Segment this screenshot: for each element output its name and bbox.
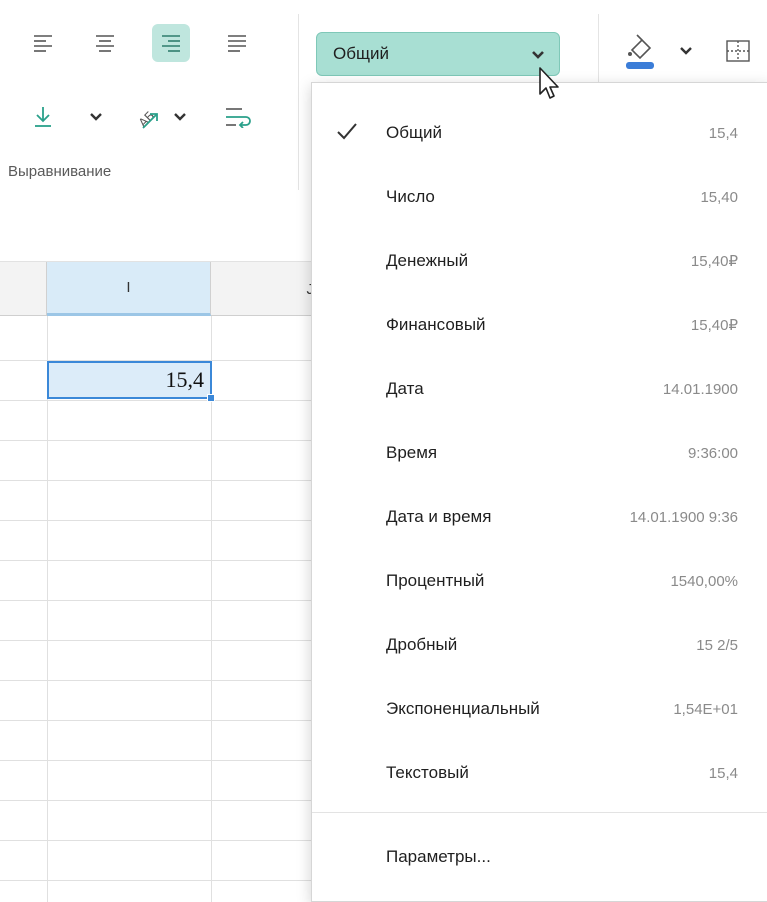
menu-item-label: Общий — [386, 123, 442, 142]
chevron-down-icon — [680, 47, 692, 55]
menu-item-label: Финансовый — [386, 315, 486, 334]
toolbar-separator — [298, 14, 299, 190]
align-center-icon — [96, 35, 114, 52]
menu-item-text[interactable]: Текстовый 15,4 — [312, 741, 767, 805]
menu-item-label: Время — [386, 443, 438, 462]
menu-item-fraction[interactable]: Дробный 15 2/5 — [312, 613, 767, 677]
column-header-j[interactable]: J — [211, 262, 321, 316]
number-format-select[interactable]: Общий — [316, 32, 560, 76]
spreadsheet-window: АБ Выравнивание Общий I 15,4 Общий 15,4 … — [0, 0, 767, 902]
menu-item-sample: 15,4 — [708, 764, 738, 782]
align-center-button[interactable] — [88, 26, 122, 60]
menu-item-sample: 14.01.1900 — [662, 380, 738, 398]
menu-item-general[interactable]: Общий 15,4 — [312, 101, 767, 165]
number-format-value: Общий — [333, 44, 389, 63]
row-header-corner — [0, 262, 47, 316]
alignment-group-label: Выравнивание — [8, 163, 112, 180]
menu-item-parameters[interactable]: Параметры... — [312, 825, 767, 889]
menu-item-label: Параметры... — [386, 847, 491, 866]
vertical-align-dropdown[interactable] — [86, 106, 106, 128]
chevron-down-icon — [90, 113, 102, 121]
checkmark-icon — [336, 121, 358, 146]
menu-item-sample: 1,54E+01 — [673, 700, 738, 718]
menu-item-time[interactable]: Время 9:36:00 — [312, 421, 767, 485]
menu-item-sample: 9:36:00 — [687, 444, 738, 462]
menu-item-date[interactable]: Дата 14.01.1900 — [312, 357, 767, 421]
menu-item-sample: 15,40₽ — [690, 317, 738, 334]
align-justify-button[interactable] — [220, 26, 254, 60]
svg-text:АБ: АБ — [136, 108, 158, 130]
chevron-down-icon — [174, 113, 186, 121]
menu-item-label: Текстовый — [386, 763, 469, 782]
align-right-button[interactable] — [152, 24, 190, 62]
menu-item-label: Дата — [386, 379, 424, 398]
menu-item-label: Экспоненциальный — [386, 699, 540, 718]
mouse-cursor-icon — [538, 66, 562, 107]
text-orientation-button[interactable]: АБ — [128, 98, 168, 136]
fill-handle[interactable] — [207, 394, 215, 402]
active-cell-i[interactable]: 15,4 — [47, 361, 212, 399]
grid-line — [47, 316, 48, 902]
menu-item-label: Дата и время — [386, 507, 492, 526]
align-justify-icon — [228, 35, 246, 52]
menu-item-label: Число — [386, 187, 435, 206]
align-right-icon — [162, 35, 180, 52]
menu-item-sample: 15,40₽ — [690, 253, 738, 270]
menu-item-sample: 15,40 — [700, 188, 738, 206]
borders-button[interactable] — [720, 34, 756, 68]
menu-separator — [312, 812, 767, 813]
column-header-i[interactable]: I — [47, 262, 211, 316]
align-left-button[interactable] — [26, 26, 60, 60]
grid-line — [211, 316, 212, 902]
menu-item-label: Дробный — [386, 635, 458, 654]
fill-color-button[interactable] — [618, 28, 662, 72]
wrap-text-icon — [226, 108, 251, 128]
menu-item-number[interactable]: Число 15,40 — [312, 165, 767, 229]
menu-item-currency[interactable]: Денежный 15,40₽ — [312, 229, 767, 293]
menu-item-label: Денежный — [386, 251, 469, 270]
menu-item-sample: 1540,00% — [670, 572, 738, 590]
menu-item-sample: 14.01.1900 9:36 — [629, 508, 738, 526]
menu-item-accounting[interactable]: Финансовый 15,40₽ — [312, 293, 767, 357]
wrap-text-button[interactable] — [220, 100, 258, 134]
menu-item-scientific[interactable]: Экспоненциальный 1,54E+01 — [312, 677, 767, 741]
text-rotate-icon: АБ — [136, 108, 158, 130]
fill-color-icon — [626, 34, 654, 69]
align-bottom-icon — [35, 107, 51, 127]
chevron-down-icon — [531, 45, 545, 65]
menu-item-label: Процентный — [386, 571, 485, 590]
borders-icon — [726, 40, 750, 62]
menu-item-percent[interactable]: Процентный 1540,00% — [312, 549, 767, 613]
menu-item-sample: 15,4 — [708, 124, 738, 142]
vertical-align-button[interactable] — [26, 100, 60, 134]
fill-color-dropdown[interactable] — [676, 40, 696, 62]
align-left-icon — [34, 35, 52, 52]
menu-item-datetime[interactable]: Дата и время 14.01.1900 9:36 — [312, 485, 767, 549]
number-format-dropdown: Общий 15,4 Число 15,40 Денежный 15,40₽ Ф… — [311, 82, 767, 902]
text-orientation-dropdown[interactable] — [170, 106, 190, 128]
menu-item-sample: 15 2/5 — [696, 636, 738, 654]
